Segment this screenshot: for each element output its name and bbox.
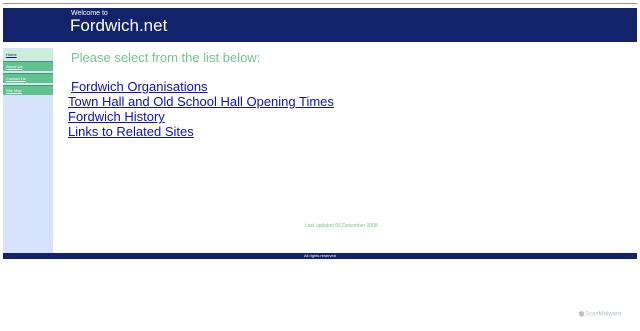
footer-text: All rights reserved xyxy=(303,253,336,258)
shield-icon xyxy=(579,311,584,317)
sidebar-item-about-us[interactable]: About Us xyxy=(3,61,53,71)
link-fordwich-history[interactable]: Fordwich History xyxy=(68,109,334,124)
top-divider xyxy=(3,3,637,4)
link-opening-times[interactable]: Town Hall and Old School Hall Opening Ti… xyxy=(68,94,334,109)
sidebar-item-contact-us[interactable]: Contact Us xyxy=(3,73,53,83)
link-related-sites[interactable]: Links to Related Sites xyxy=(68,124,334,139)
sidebar-item-site-map[interactable]: Site Map xyxy=(3,85,53,95)
link-fordwich-organisations[interactable]: Fordwich Organisations xyxy=(68,79,334,94)
site-footer: All rights reserved xyxy=(3,253,637,259)
page-prompt: Please select from the list below: xyxy=(71,50,261,65)
site-header: Welcome to Fordwich.net xyxy=(3,8,637,42)
link-list: Fordwich Organisations Town Hall and Old… xyxy=(68,79,334,139)
watermark-text: ScanMalware xyxy=(585,311,622,318)
last-updated-text: Last updated 06 December 2008 xyxy=(305,223,378,229)
sidebar: Home About Us Contact Us Site Map xyxy=(3,48,53,253)
watermark: ScanMalware xyxy=(579,311,621,318)
site-title: Fordwich.net xyxy=(70,16,168,35)
sidebar-item-home[interactable]: Home xyxy=(3,50,53,59)
